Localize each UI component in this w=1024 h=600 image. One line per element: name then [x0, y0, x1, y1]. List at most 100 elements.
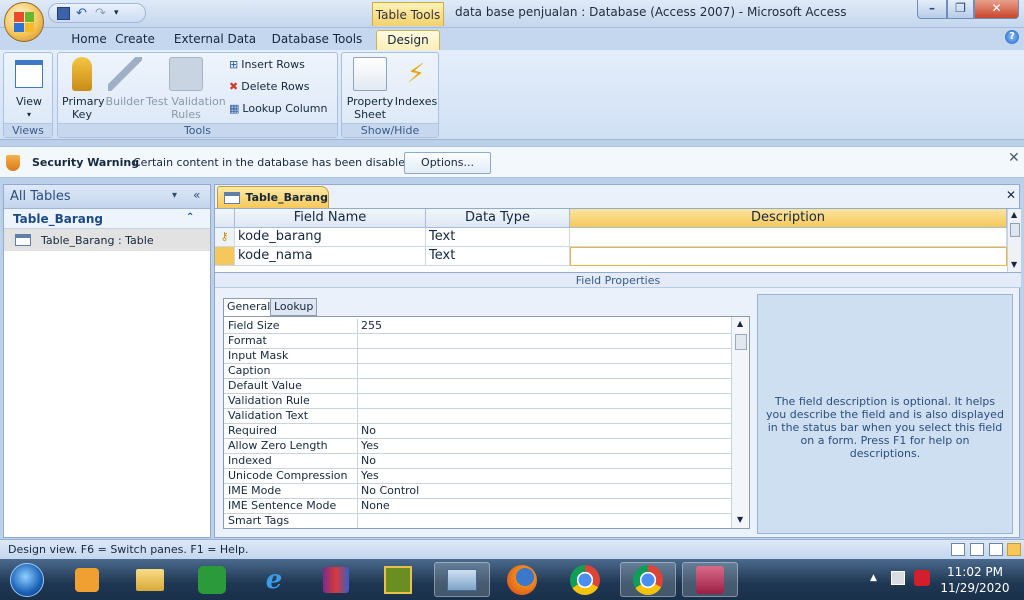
customize-qat-icon[interactable]: ▾: [114, 7, 127, 20]
nav-item-table-barang[interactable]: Table_Barang : Table: [4, 229, 210, 251]
close-button[interactable]: ✕: [974, 0, 1019, 19]
description-cell[interactable]: [570, 228, 1007, 247]
start-button[interactable]: [2, 562, 52, 597]
network-icon[interactable]: [891, 571, 905, 585]
property-row[interactable]: Caption: [224, 364, 731, 379]
undo-icon[interactable]: ↶: [76, 7, 89, 20]
taskbar-chrome[interactable]: [560, 562, 610, 597]
property-row[interactable]: Input Mask: [224, 349, 731, 364]
builder-button[interactable]: Builder: [104, 57, 146, 108]
tab-lookup[interactable]: Lookup: [270, 298, 318, 316]
document-tab-table-barang[interactable]: Table_Barang: [217, 186, 329, 208]
insert-rows-button[interactable]: ⊞ Insert Rows: [229, 58, 305, 71]
taskbar-internet-explorer[interactable]: e: [249, 562, 299, 597]
scroll-up-icon[interactable]: ▲: [737, 319, 743, 328]
taskbar-winrar[interactable]: [311, 562, 361, 597]
property-row[interactable]: Indexed No: [224, 454, 731, 469]
property-row[interactable]: Validation Rule: [224, 394, 731, 409]
minimize-button[interactable]: –: [917, 0, 947, 19]
chart-view-switch-icon[interactable]: [989, 543, 1003, 556]
tab-create[interactable]: Create: [108, 30, 162, 50]
property-sheet-button[interactable]: Property Sheet: [344, 57, 396, 121]
property-row[interactable]: Field Size 255: [224, 319, 731, 334]
help-icon[interactable]: ?: [1005, 30, 1019, 44]
tab-database-tools[interactable]: Database Tools: [270, 30, 364, 50]
taskbar-firefox[interactable]: [497, 562, 547, 597]
property-row[interactable]: Format: [224, 334, 731, 349]
scroll-up-icon[interactable]: ▲: [1011, 210, 1017, 219]
security-warning-message: Certain content in the database has been…: [133, 156, 412, 169]
property-row[interactable]: Required No: [224, 424, 731, 439]
column-header-description[interactable]: Description: [570, 209, 1007, 228]
tab-external-data[interactable]: External Data: [172, 30, 258, 50]
tab-general[interactable]: General: [223, 298, 275, 316]
collapse-group-icon[interactable]: ⌃: [186, 212, 194, 223]
lookup-column-button[interactable]: ▦ Lookup Column: [229, 102, 327, 115]
row-selector[interactable]: [215, 247, 235, 266]
taskbar-media-player[interactable]: [62, 562, 112, 597]
property-row[interactable]: Validation Text: [224, 409, 731, 424]
taskbar-hao123[interactable]: [187, 562, 237, 597]
shutter-bar-collapse-icon[interactable]: «: [193, 188, 200, 202]
show-hidden-icons-icon[interactable]: ▲: [870, 573, 877, 583]
property-value[interactable]: 255: [361, 319, 382, 333]
builder-label: Builder: [105, 95, 145, 108]
close-security-bar-icon[interactable]: ✕: [1008, 150, 1020, 166]
property-name: Field Size: [228, 319, 280, 332]
property-row[interactable]: Default Value: [224, 379, 731, 394]
antivirus-icon[interactable]: [914, 570, 930, 586]
indexes-button[interactable]: ⚡ Indexes: [394, 57, 438, 108]
primary-key-button[interactable]: Primary Key: [60, 57, 105, 121]
property-row[interactable]: Unicode Compression Yes: [224, 469, 731, 484]
nav-group-header[interactable]: Table_Barang ⌃: [4, 209, 210, 229]
ribbon-tabs: Home Create External Data Database Tools…: [0, 28, 1024, 50]
data-type-cell[interactable]: Text: [426, 247, 570, 266]
datasheet-view-switch-icon[interactable]: [951, 543, 965, 556]
column-header-field-name[interactable]: Field Name: [235, 209, 426, 228]
row-selector[interactable]: ⚷: [215, 228, 235, 247]
properties-scrollbar[interactable]: ▲ ▼: [731, 317, 749, 528]
save-icon[interactable]: [57, 6, 70, 20]
scroll-thumb[interactable]: [1010, 223, 1020, 237]
design-view-switch-icon[interactable]: [1007, 543, 1021, 556]
property-row[interactable]: Smart Tags: [224, 514, 731, 528]
taskbar-chrome-user[interactable]: [620, 562, 676, 597]
tab-design[interactable]: Design: [376, 30, 440, 50]
redo-icon[interactable]: ↷: [95, 7, 108, 20]
nav-dropdown-icon[interactable]: ▾: [172, 190, 177, 201]
taskbar-clock[interactable]: 11:02 PM 11/29/2020: [940, 564, 1010, 596]
naruto-app-icon: [384, 565, 412, 594]
property-row[interactable]: Allow Zero Length Yes: [224, 439, 731, 454]
property-value[interactable]: Yes: [361, 439, 379, 453]
field-name-cell[interactable]: kode_nama: [235, 247, 426, 266]
property-value[interactable]: No: [361, 454, 376, 468]
close-document-icon[interactable]: ✕: [1006, 188, 1016, 202]
test-validation-rules-button[interactable]: Test Validation Rules: [146, 57, 226, 121]
view-button[interactable]: View ▾: [8, 57, 50, 121]
property-value[interactable]: None: [361, 499, 390, 513]
data-type-cell[interactable]: Text: [426, 228, 570, 247]
property-value[interactable]: Yes: [361, 469, 379, 483]
nav-pane-header[interactable]: All Tables ▾ «: [4, 185, 210, 209]
taskbar-naruto-app[interactable]: [373, 562, 423, 597]
grid-scrollbar[interactable]: ▲ ▼: [1007, 209, 1021, 272]
column-header-data-type[interactable]: Data Type: [426, 209, 570, 228]
property-value[interactable]: No Control: [361, 484, 419, 498]
description-cell-active[interactable]: [570, 247, 1007, 266]
scroll-down-icon[interactable]: ▼: [1011, 260, 1017, 269]
options-button[interactable]: Options...: [404, 152, 491, 174]
taskbar-access[interactable]: [682, 562, 738, 597]
property-value[interactable]: No: [361, 424, 376, 438]
row-selector-header[interactable]: [215, 209, 235, 228]
field-name-cell[interactable]: kode_barang: [235, 228, 426, 247]
taskbar-keyboard-app[interactable]: [434, 562, 490, 597]
pivot-view-switch-icon[interactable]: [970, 543, 984, 556]
office-button[interactable]: [4, 2, 44, 42]
taskbar-file-explorer[interactable]: [125, 562, 175, 597]
restore-button[interactable]: ❐: [947, 0, 974, 19]
scroll-down-icon[interactable]: ▼: [737, 515, 743, 524]
property-row[interactable]: IME Sentence Mode None: [224, 499, 731, 514]
scroll-thumb[interactable]: [735, 334, 747, 350]
delete-rows-button[interactable]: ✖ Delete Rows: [229, 80, 309, 93]
property-row[interactable]: IME Mode No Control: [224, 484, 731, 499]
